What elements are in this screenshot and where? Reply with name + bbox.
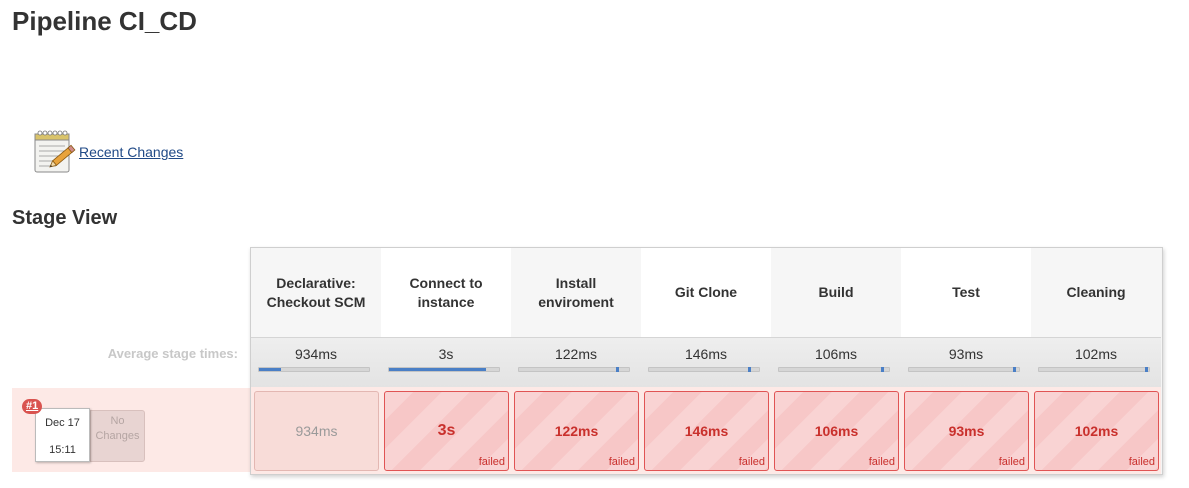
stage-average-value: 3s: [438, 346, 454, 362]
stage-result-time: 93ms: [948, 423, 985, 439]
stage-result-cell[interactable]: 106ms failed: [774, 391, 899, 471]
stage-column: Cleaning 102ms 102ms failed: [1031, 248, 1161, 474]
stage-average-value: 934ms: [294, 346, 338, 362]
stage-result-cell[interactable]: 934ms: [254, 391, 379, 471]
build-time: 15:11: [49, 444, 76, 456]
build-date: Dec 17: [45, 417, 80, 429]
stage-progress-fill: [259, 368, 281, 371]
stage-average-value: 93ms: [948, 346, 984, 362]
stage-average-time: 934ms: [251, 337, 381, 387]
stage-average-value: 122ms: [554, 346, 598, 362]
no-changes-line1: No: [110, 415, 125, 427]
stage-view-title: Stage View: [12, 207, 118, 229]
stage-column: Declarative: Checkout SCM 934ms 934ms: [251, 248, 381, 474]
stage-column: Connect to instance 3s 3s failed: [381, 248, 511, 474]
stage-average-time: 106ms: [771, 337, 901, 387]
stage-progress-bar: [258, 367, 370, 372]
stage-progress-bar: [1038, 367, 1150, 372]
stage-average-time: 102ms: [1031, 337, 1161, 387]
stage-view-table: Declarative: Checkout SCM 934ms 934ms Co…: [250, 247, 1163, 475]
stage-progress-bar: [648, 367, 760, 372]
stage-run-area: 106ms failed: [771, 387, 901, 474]
stage-progress-bar: [908, 367, 1020, 372]
stage-progress-bar: [518, 367, 630, 372]
failed-status-label: failed: [608, 456, 635, 468]
stage-column: Build 106ms 106ms failed: [771, 248, 901, 474]
failed-status-label: failed: [1128, 456, 1155, 468]
stage-progress-fill: [389, 368, 486, 371]
stage-header: Build: [771, 248, 901, 337]
stage-header: Declarative: Checkout SCM: [251, 248, 381, 337]
stage-header: Connect to instance: [381, 248, 511, 337]
recent-changes[interactable]: Recent Changes: [30, 128, 183, 174]
stage-progress-marker: [1144, 367, 1148, 372]
stage-progress-bar: [778, 367, 890, 372]
stage-average-time: 122ms: [511, 337, 641, 387]
stage-progress-marker: [748, 367, 752, 372]
stage-result-time: 102ms: [1074, 423, 1119, 439]
stage-average-value: 102ms: [1074, 346, 1118, 362]
stage-run-area: 102ms failed: [1031, 387, 1161, 474]
failed-status-label: failed: [478, 456, 505, 468]
stage-result-cell[interactable]: 146ms failed: [644, 391, 769, 471]
stage-result-time: 122ms: [554, 423, 599, 439]
failed-status-label: failed: [738, 456, 765, 468]
stage-header: Test: [901, 248, 1031, 337]
notepad-icon[interactable]: [30, 128, 76, 174]
stage-result-cell[interactable]: 3s failed: [384, 391, 509, 471]
stage-result-time: 3s: [437, 422, 456, 439]
stage-run-area: 122ms failed: [511, 387, 641, 474]
no-changes-indicator: No Changes: [90, 410, 145, 462]
stage-result-cell[interactable]: 102ms failed: [1034, 391, 1159, 471]
stage-column: Install enviroment 122ms 122ms failed: [511, 248, 641, 474]
stage-header: Cleaning: [1031, 248, 1161, 337]
stage-average-time: 3s: [381, 337, 511, 387]
stage-column: Git Clone 146ms 146ms failed: [641, 248, 771, 474]
stage-header: Git Clone: [641, 248, 771, 337]
stage-result-time: 146ms: [684, 423, 729, 439]
stage-result-cell[interactable]: 122ms failed: [514, 391, 639, 471]
stage-run-area: 3s failed: [381, 387, 511, 474]
stage-average-time: 146ms: [641, 337, 771, 387]
stage-run-area: 146ms failed: [641, 387, 771, 474]
stage-run-area: 93ms failed: [901, 387, 1031, 474]
recent-changes-link[interactable]: Recent Changes: [79, 144, 183, 160]
failed-status-label: failed: [998, 456, 1025, 468]
stage-average-value: 146ms: [684, 346, 728, 362]
stage-average-value: 106ms: [814, 346, 858, 362]
stage-progress-marker: [616, 367, 620, 372]
build-date-card[interactable]: Dec 17 15:11: [35, 408, 90, 462]
average-stage-times-label: Average stage times:: [107, 346, 238, 361]
stage-progress-bar: [388, 367, 500, 372]
stage-result-time: 934ms: [295, 423, 338, 439]
stage-result-cell[interactable]: 93ms failed: [904, 391, 1029, 471]
stage-progress-marker: [1012, 367, 1016, 372]
failed-status-label: failed: [868, 456, 895, 468]
page-title: Pipeline CI_CD: [12, 6, 197, 36]
stage-header: Install enviroment: [511, 248, 641, 337]
build-number-badge[interactable]: #1: [22, 399, 43, 414]
stage-progress-marker: [880, 367, 884, 372]
stage-result-time: 106ms: [814, 423, 859, 439]
no-changes-line2: Changes: [95, 430, 140, 442]
stage-average-time: 93ms: [901, 337, 1031, 387]
stage-column: Test 93ms 93ms failed: [901, 248, 1031, 474]
stage-run-area: 934ms: [251, 387, 381, 474]
